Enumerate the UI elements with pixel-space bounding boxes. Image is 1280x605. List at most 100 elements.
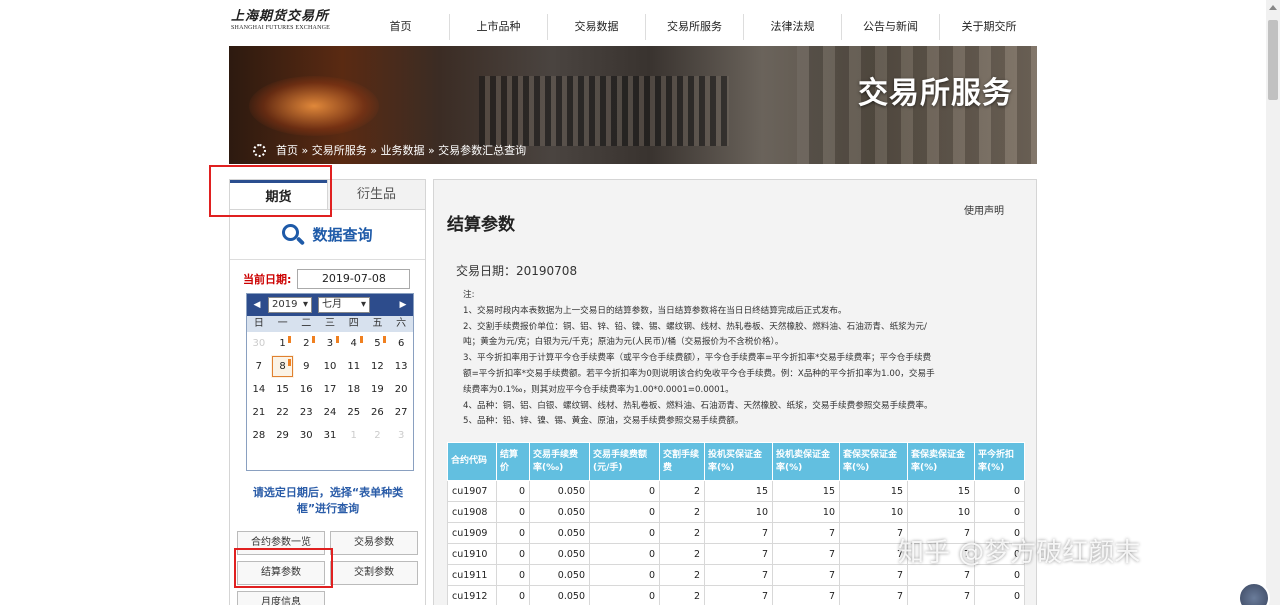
calendar-day[interactable]: 21 xyxy=(247,401,271,424)
highlight-box-settlement xyxy=(234,548,333,588)
note-line: 额=平今折扣率*交易手续费额。若平今折扣率为0则说明该合约免收平今仓手续费。例：… xyxy=(463,368,935,379)
calendar-day[interactable]: 2 xyxy=(366,424,390,447)
table-cell: 7 xyxy=(704,522,773,544)
table-cell: 0 xyxy=(974,480,1025,502)
table-cell: 7 xyxy=(772,564,840,586)
table-cell: 0 xyxy=(974,585,1025,605)
scrollbar-thumb[interactable] xyxy=(1268,20,1278,100)
weekday-label: 日 xyxy=(253,318,264,329)
nav-news[interactable]: 公告与新闻 xyxy=(842,14,940,40)
tab-derivatives[interactable]: 衍生品 xyxy=(327,180,425,209)
nav-about[interactable]: 关于期交所 xyxy=(940,14,1038,40)
calendar-day[interactable]: 9 xyxy=(294,355,318,378)
query-hint: 请选定日期后，选择“表单种类框”进行查询 xyxy=(252,486,404,515)
table-cell: 2 xyxy=(659,501,705,523)
column-header: 结算价 xyxy=(496,442,530,481)
calendar-day[interactable]: 23 xyxy=(294,401,318,424)
prev-month-icon[interactable]: ◀ xyxy=(249,300,265,310)
month-select[interactable]: 七月 ▾ xyxy=(318,297,370,313)
calendar-day[interactable]: 1 xyxy=(271,332,295,355)
trade-date: 交易日期：20190708 xyxy=(456,264,578,278)
table-cell: 7 xyxy=(772,585,840,605)
calendar-day[interactable]: 19 xyxy=(366,378,390,401)
calendar-day[interactable]: 16 xyxy=(294,378,318,401)
year-select[interactable]: 2019 ▾ xyxy=(268,297,312,313)
weekday-label: 二 xyxy=(301,318,312,329)
calendar-day[interactable]: 2 xyxy=(294,332,318,355)
weekday-label: 三 xyxy=(325,318,336,329)
table-cell: 0 xyxy=(589,501,660,523)
calendar: ◀ 2019 ▾ 七月 ▾ ▶ 日一二三四五六 30 1 2 3 4 5 6 7 8 9 10 11 12 1… xyxy=(246,293,414,471)
calendar-weekdays: 日一二三四五六 xyxy=(247,316,413,332)
table-cell: 0.050 xyxy=(529,501,590,523)
chevron-down-icon: ▾ xyxy=(302,299,308,310)
table-cell: 7 xyxy=(772,522,840,544)
calendar-day[interactable]: 6 xyxy=(389,332,413,355)
calendar-day[interactable]: 10 xyxy=(318,355,342,378)
trading-params-button[interactable]: 交易参数 xyxy=(330,531,418,555)
calendar-day[interactable]: 3 xyxy=(389,424,413,447)
nav-laws[interactable]: 法律法规 xyxy=(744,14,842,40)
table-cell: 15 xyxy=(704,480,773,502)
table-cell: 0.050 xyxy=(529,585,590,605)
current-date-field[interactable]: 2019-07-08 xyxy=(297,269,411,289)
calendar-day[interactable]: 13 xyxy=(389,355,413,378)
table-cell: 0 xyxy=(589,543,660,565)
page-title: 结算参数 xyxy=(447,215,515,235)
breadcrumb-text[interactable]: 首页 » 交易所服务 » 业务数据 » 交易参数汇总查询 xyxy=(276,142,526,158)
table-cell: 15 xyxy=(907,480,975,502)
calendar-day[interactable]: 27 xyxy=(389,401,413,424)
table-cell: 10 xyxy=(907,501,975,523)
note-line: 3、平今折扣率用于计算平今仓手续费率（或平今仓手续费额），平今仓手续费率=平今折… xyxy=(463,353,932,364)
calendar-day[interactable]: 11 xyxy=(342,355,366,378)
calendar-day[interactable]: 7 xyxy=(247,355,271,378)
calendar-day[interactable]: 24 xyxy=(318,401,342,424)
table-cell: 2 xyxy=(659,585,705,605)
table-cell: cu1910 xyxy=(447,543,497,565)
chevron-down-icon: ▾ xyxy=(360,299,366,310)
nav-exchange-services[interactable]: 交易所服务 xyxy=(646,14,744,40)
table-cell: 0 xyxy=(496,480,530,502)
calendar-day[interactable]: 12 xyxy=(366,355,390,378)
calendar-day[interactable]: 25 xyxy=(342,401,366,424)
calendar-day[interactable]: 3 xyxy=(318,332,342,355)
nav-trading-data[interactable]: 交易数据 xyxy=(548,14,646,40)
calendar-day[interactable]: 28 xyxy=(247,424,271,447)
nav-products[interactable]: 上市品种 xyxy=(450,14,548,40)
exchange-logo[interactable]: 上海期货交易所 SHANGHAI FUTURES EXCHANGE xyxy=(231,5,331,31)
page: 上海期货交易所 SHANGHAI FUTURES EXCHANGE 首页 上市品… xyxy=(0,0,1280,605)
table-row: cu1912 0 0.050 0 2 7 7 7 7 0 xyxy=(447,585,1025,605)
delivery-params-button[interactable]: 交割参数 xyxy=(330,561,418,585)
calendar-day[interactable]: 1 xyxy=(342,424,366,447)
table-cell: 7 xyxy=(839,585,908,605)
calendar-day[interactable]: 4 xyxy=(342,332,366,355)
scroll-up-icon[interactable] xyxy=(1269,5,1277,10)
calendar-day[interactable]: 20 xyxy=(389,378,413,401)
calendar-day[interactable]: 22 xyxy=(271,401,295,424)
table-cell: 15 xyxy=(772,480,840,502)
table-cell: 2 xyxy=(659,543,705,565)
weekday-label: 五 xyxy=(372,318,383,329)
table-row: cu1908 0 0.050 0 2 10 10 10 10 0 xyxy=(447,501,1025,523)
page-scrollbar[interactable] xyxy=(1266,0,1280,605)
calendar-day[interactable]: 29 xyxy=(271,424,295,447)
nav-home[interactable]: 首页 xyxy=(352,14,450,40)
calendar-day[interactable]: 14 xyxy=(247,378,271,401)
table-cell: 0 xyxy=(496,585,530,605)
calendar-day[interactable]: 15 xyxy=(271,378,295,401)
calendar-day[interactable]: 30 xyxy=(247,332,271,355)
calendar-day[interactable]: 31 xyxy=(318,424,342,447)
disclaimer-link[interactable]: 使用声明 xyxy=(964,202,1004,217)
watermark: 知乎 @梦方破红颜末 xyxy=(898,538,1141,568)
calendar-day[interactable]: 18 xyxy=(342,378,366,401)
next-month-icon[interactable]: ▶ xyxy=(395,300,411,310)
table-cell: cu1912 xyxy=(447,585,497,605)
calendar-day[interactable]: 17 xyxy=(318,378,342,401)
calendar-day[interactable]: 5 xyxy=(366,332,390,355)
monthly-info-button[interactable]: 月度信息 xyxy=(237,591,325,605)
table-cell: 7 xyxy=(772,543,840,565)
calendar-day[interactable]: 30 xyxy=(294,424,318,447)
calendar-day[interactable]: 26 xyxy=(366,401,390,424)
calendar-day[interactable]: 8 xyxy=(270,355,295,378)
table-header-row: 合约代码 结算价 交易手续费率(‰) 交易手续费额(元/手) 交割手续费 投机买保证金率(… xyxy=(447,442,1025,481)
